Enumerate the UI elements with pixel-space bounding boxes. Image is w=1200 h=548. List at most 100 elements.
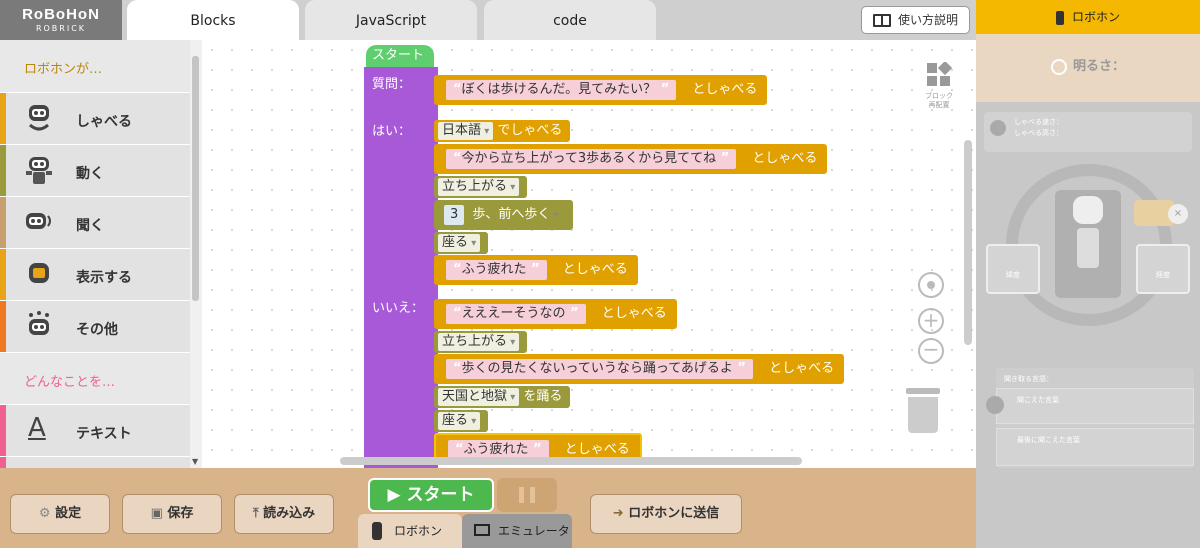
- robot-move-icon: [26, 157, 52, 184]
- category-other[interactable]: その他: [0, 300, 190, 352]
- block-workspace[interactable]: スタート 質問： はい： いいえ： ぼくは歩けるんだ。見てみたい？ としゃべる …: [202, 40, 976, 468]
- workspace-hscrollbar[interactable]: [340, 457, 802, 465]
- sit-dropdown[interactable]: 座る: [438, 412, 481, 430]
- say-block-no-1[interactable]: えええーそうなの としゃべる: [434, 299, 677, 329]
- category-move[interactable]: 動く: [0, 144, 190, 196]
- tab-robohon-mode[interactable]: ロボホン: [358, 514, 462, 548]
- zoom-out-icon[interactable]: −: [918, 338, 944, 364]
- mode-robo-label: ロボホン: [394, 524, 443, 538]
- start-program-button[interactable]: ▶ スタート: [368, 478, 494, 512]
- say-suffix: としゃべる: [692, 82, 758, 97]
- save-button[interactable]: ▣ 保存: [122, 494, 222, 534]
- sit-block[interactable]: 座る: [434, 232, 489, 254]
- string-input[interactable]: えええーそうなの: [446, 304, 586, 324]
- heard-words-box: 聞こえた言葉: [996, 388, 1194, 424]
- robot-other-icon: [29, 311, 49, 335]
- say-suffix: としゃべる: [752, 151, 818, 166]
- help-button[interactable]: 使い方説明: [861, 6, 970, 34]
- category-text[interactable]: A テキスト: [0, 404, 190, 456]
- category-display[interactable]: 表示する: [0, 248, 190, 300]
- robot-face-icon: [990, 120, 1006, 136]
- rearrange-label: ブロック 再配置: [925, 92, 953, 109]
- language-suffix: でしゃべる: [497, 123, 563, 138]
- dance-suffix: を踊る: [523, 389, 563, 404]
- question-label: 質問：: [372, 77, 412, 92]
- say-suffix: としゃべる: [562, 262, 628, 277]
- language-dropdown[interactable]: 日本語: [438, 122, 494, 140]
- load-button[interactable]: ⤒ 読み込み: [234, 494, 334, 534]
- stand-dropdown[interactable]: 立ち上がる: [438, 333, 520, 351]
- robot-emulator-figure[interactable]: [1055, 190, 1121, 298]
- tab-blocks[interactable]: Blocks: [127, 0, 299, 40]
- rearrange-icon: [927, 60, 953, 86]
- string-input[interactable]: 今から立ち上がって3歩あるくから見ててね: [446, 149, 737, 169]
- robot-speak-icon: [29, 105, 49, 131]
- stand-up-block-2[interactable]: 立ち上がる: [434, 331, 528, 353]
- heard-words-label: 聞こえた言葉: [1017, 396, 1059, 404]
- stand-dropdown[interactable]: 立ち上がる: [438, 178, 520, 196]
- category-listen[interactable]: 聞く: [0, 196, 190, 248]
- longitude-box[interactable]: 経度: [1136, 244, 1190, 294]
- brightness-label: 明るさ：: [1072, 59, 1125, 74]
- speak-pitch-label: しゃべる高さ：: [1014, 129, 1063, 137]
- workspace-vscrollbar[interactable]: [964, 140, 972, 345]
- book-icon: [873, 14, 891, 27]
- zoom-in-icon[interactable]: +: [918, 308, 944, 334]
- category-label: 表示する: [76, 270, 132, 286]
- load-label: 読み込み: [263, 506, 316, 521]
- tab-emulator-mode[interactable]: エミュレータ: [462, 514, 572, 548]
- dance-dropdown[interactable]: 天国と地獄: [438, 388, 520, 406]
- emulator-header: ロボホン: [976, 0, 1200, 34]
- help-label: 使い方説明: [898, 13, 959, 27]
- walk-block[interactable]: 3 歩、前へ歩く: [434, 200, 573, 230]
- category-color-bar: [0, 249, 6, 300]
- category-color-bar: [0, 301, 6, 352]
- tab-javascript[interactable]: JavaScript: [305, 0, 477, 40]
- sidebar-scrollbar[interactable]: ▼: [190, 40, 202, 468]
- sit-dropdown[interactable]: 座る: [438, 234, 481, 252]
- latitude-label: 緯度: [1006, 271, 1020, 279]
- no-label: いいえ：: [372, 301, 425, 316]
- latitude-box[interactable]: 緯度: [986, 244, 1040, 294]
- steps-dropdown[interactable]: 歩、前へ歩く: [468, 206, 563, 224]
- string-input[interactable]: ふう疲れた: [446, 260, 547, 280]
- block-rearrange-tool[interactable]: ブロック 再配置: [924, 60, 954, 110]
- category-speak[interactable]: しゃべる: [0, 92, 190, 144]
- start-block-hat[interactable]: スタート: [366, 45, 434, 67]
- robot-listen-icon: [26, 213, 51, 229]
- send-to-robohon-button[interactable]: ➜ ロボホンに送信: [590, 494, 742, 534]
- speech-settings-box: しゃべる速さ： しゃべる高さ：: [984, 112, 1192, 152]
- scroll-down-arrow-icon[interactable]: ▼: [192, 457, 198, 466]
- category-label: その他: [76, 322, 118, 338]
- pause-button[interactable]: [497, 478, 557, 512]
- say-block-question[interactable]: ぼくは歩けるんだ。見てみたい？ としゃべる: [434, 75, 768, 105]
- yes-label: はい：: [372, 124, 412, 139]
- speak-speed-label: しゃべる速さ：: [1014, 118, 1063, 126]
- sit-block-2[interactable]: 座る: [434, 410, 489, 432]
- recenter-icon[interactable]: [918, 272, 944, 298]
- save-icon: ▣: [150, 506, 163, 521]
- robohon-logo: RoBoHoN ROBRICK: [0, 0, 122, 40]
- stand-up-block[interactable]: 立ち上がる: [434, 176, 528, 198]
- say-block-yes-1[interactable]: 今から立ち上がって3歩あるくから見ててね としゃべる: [434, 144, 828, 174]
- brightness-display: 明るさ：: [976, 34, 1200, 102]
- category-next-partial[interactable]: [0, 456, 190, 468]
- scrollbar-thumb[interactable]: [192, 56, 199, 301]
- tab-code[interactable]: code: [484, 0, 656, 40]
- section-what: どんなことを…: [0, 352, 190, 404]
- say-suffix: としゃべる: [601, 306, 667, 321]
- steps-number-input[interactable]: 3: [444, 205, 465, 225]
- settings-button[interactable]: ⚙ 設定: [10, 494, 110, 534]
- close-icon[interactable]: ×: [1168, 204, 1188, 224]
- trash-icon[interactable]: [906, 388, 940, 436]
- say-block-yes-2[interactable]: ふう疲れた としゃべる: [434, 255, 638, 285]
- string-input[interactable]: ぼくは歩けるんだ。見てみたい？: [446, 80, 677, 100]
- string-input[interactable]: 歩くの見たくないっていうなら踊ってあげるよ: [446, 359, 753, 379]
- top-bar: RoBoHoN ROBRICK Blocks JavaScript code 使…: [0, 0, 976, 40]
- if-else-block[interactable]: 質問： はい： いいえ：: [364, 67, 438, 468]
- robot-icon: [1055, 10, 1064, 25]
- language-block[interactable]: 日本語 でしゃべる: [434, 120, 571, 142]
- dance-block[interactable]: 天国と地獄 を踊る: [434, 386, 571, 408]
- say-block-no-2[interactable]: 歩くの見たくないっていうなら踊ってあげるよ としゃべる: [434, 354, 845, 384]
- last-heard-box: 最後に聞こえた言葉: [996, 428, 1194, 466]
